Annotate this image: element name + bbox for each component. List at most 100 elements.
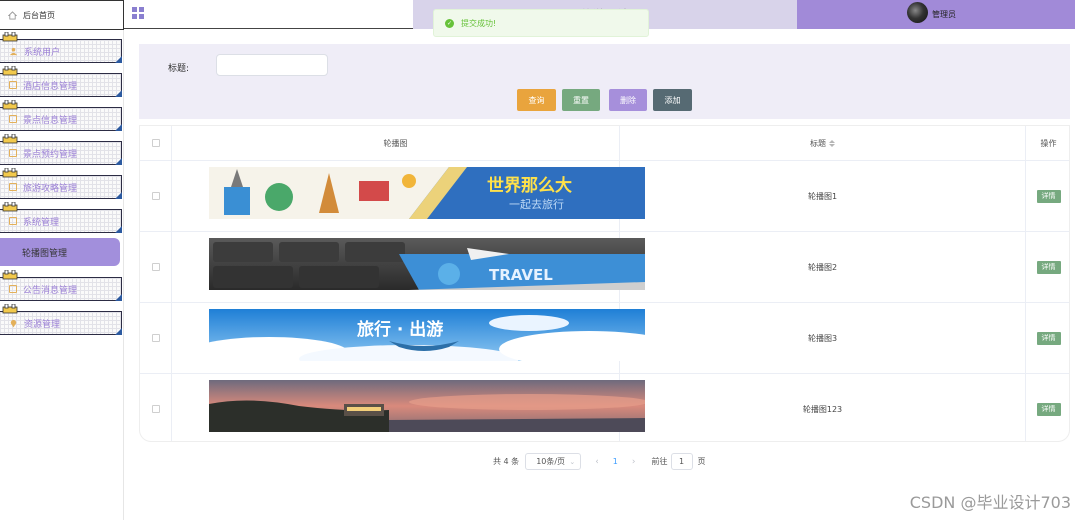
menu-grid-icon[interactable] [132, 7, 144, 19]
svg-text:一起去旅行: 一起去旅行 [509, 197, 564, 211]
column-header-label: 轮播图 [383, 138, 408, 148]
image-cell: 世界那么大 一起去旅行 [172, 161, 645, 231]
title-cell: 轮播图2 [620, 232, 1026, 302]
sidebar-item-attractions[interactable]: 景点信息管理 [0, 100, 122, 131]
sidebar-item-system[interactable]: 系统管理 [0, 202, 122, 233]
sidebar-item-label: 景点信息管理 [23, 115, 78, 126]
title-cell: 轮播图1 [620, 161, 1026, 231]
svg-text:世界那么大: 世界那么大 [487, 175, 572, 196]
detail-button[interactable]: 详情 [1036, 331, 1061, 345]
binder-clip-icon [2, 270, 18, 280]
table-row: 旅行 · 出游 轮播图3 详情 [140, 303, 1069, 374]
binder-clip-icon [2, 32, 18, 42]
sidebar-item-guides[interactable]: 旅游攻略管理 [0, 168, 122, 199]
corner-decoration [115, 294, 122, 301]
row-checkbox[interactable] [151, 192, 160, 200]
column-header-action: 操作 [1026, 126, 1069, 160]
row-checkbox-cell [140, 374, 172, 441]
detail-button[interactable]: 详情 [1036, 402, 1061, 416]
column-header-image: 轮播图 [172, 126, 620, 160]
binder-clip-icon [2, 100, 18, 110]
delete-button[interactable]: 删除 [609, 89, 647, 111]
reset-button[interactable]: 重置 [562, 89, 600, 111]
svg-text:旅行 · 出游: 旅行 · 出游 [357, 319, 443, 340]
title-filter-input[interactable] [216, 54, 328, 76]
row-checkbox-cell [140, 161, 172, 231]
sidebar-item-home[interactable]: 后台首页 [0, 0, 124, 30]
carousel-image: TRAVEL [209, 238, 645, 290]
goto-page-input[interactable] [670, 453, 693, 470]
sidebar-item-label: 系统用户 [24, 47, 61, 58]
goto-label: 前往 [651, 457, 668, 466]
sidebar-item-label: 轮播图管理 [22, 248, 68, 259]
binder-clip-icon [2, 304, 18, 314]
sidebar-item-label: 公告消息管理 [23, 285, 78, 296]
sidebar-item-carousel[interactable]: 轮播图管理 [0, 238, 120, 266]
corner-decoration [115, 328, 122, 335]
table-header: 轮播图 标题 操作 [140, 126, 1069, 161]
row-checkbox[interactable] [151, 405, 160, 413]
row-checkbox-cell [140, 232, 172, 302]
detail-button[interactable]: 详情 [1036, 189, 1061, 203]
document-icon [9, 149, 17, 157]
check-circle-icon: ✓ [445, 18, 454, 28]
action-cell: 详情 [1026, 303, 1069, 373]
row-checkbox[interactable] [151, 334, 160, 342]
corner-decoration [115, 56, 122, 63]
total-count: 共 4 条 [493, 457, 520, 466]
prev-page-icon[interactable]: ‹ [595, 457, 599, 467]
carousel-image: 世界那么大 一起去旅行 [209, 167, 645, 219]
sidebar-item-hotel[interactable]: 酒店信息管理 [0, 66, 122, 97]
sidebar-item-notices[interactable]: 公告消息管理 [0, 270, 122, 301]
binder-clip-icon [2, 134, 18, 144]
sidebar-item-label: 景点预约管理 [23, 149, 78, 160]
row-checkbox-cell [140, 303, 172, 373]
table-row: 世界那么大 一起去旅行 轮播图1 详情 [140, 161, 1069, 232]
image-cell: 旅行 · 出游 [172, 303, 645, 373]
carousel-image: 旅行 · 出游 [209, 309, 645, 361]
user-icon [9, 47, 18, 55]
toast-message: 提交成功! [461, 18, 497, 28]
column-header-title[interactable]: 标题 [620, 126, 1026, 160]
row-title: 轮播图1 [807, 191, 838, 201]
action-cell: 详情 [1026, 232, 1069, 302]
title-filter-label: 标题: [168, 64, 190, 74]
select-all-checkbox[interactable] [151, 139, 160, 147]
corner-decoration [115, 90, 122, 97]
sidebar-item-users[interactable]: 系统用户 [0, 32, 122, 63]
next-page-icon[interactable]: › [632, 457, 636, 467]
column-header-label: 标题 [810, 138, 826, 148]
app-window: 后台首页 系统用户 酒店信息管理 景点信息管理 景点预约管理 旅游攻略管理 系统… [0, 0, 1075, 520]
success-toast: ✓ 提交成功! [433, 9, 649, 37]
home-icon [8, 10, 17, 20]
sidebar-item-resources[interactable]: 资源管理 [0, 304, 122, 335]
chevron-down-icon: ⌄ [569, 457, 576, 466]
user-panel[interactable]: 管理员 [797, 0, 1075, 29]
query-button[interactable]: 查询 [517, 89, 556, 111]
row-checkbox[interactable] [151, 263, 160, 271]
add-button[interactable]: 添加 [653, 89, 692, 111]
page-size-value: 10条/页 [536, 457, 566, 466]
page-number-current[interactable]: 1 [613, 457, 618, 466]
avatar[interactable] [907, 2, 928, 23]
sidebar-item-label: 酒店信息管理 [23, 81, 78, 92]
row-title: 轮播图123 [802, 404, 843, 414]
carousel-table: 轮播图 标题 操作 世界那么大 一起去旅行 轮播图1 详情 TRAVEL 轮播图… [139, 125, 1070, 442]
sidebar-item-booking[interactable]: 景点预约管理 [0, 134, 122, 165]
watermark: CSDN @毕业设计703 [909, 493, 1071, 512]
sidebar-item-label: 系统管理 [23, 217, 60, 228]
header-checkbox-cell [140, 126, 172, 160]
action-cell: 详情 [1026, 161, 1069, 231]
document-icon [9, 115, 17, 123]
corner-decoration [115, 158, 122, 165]
page-size-select[interactable]: 10条/页 ⌄ [525, 453, 582, 470]
detail-button[interactable]: 详情 [1036, 260, 1061, 274]
pagination: 共 4 条 10条/页 ⌄ ‹ 1 › 前往 页 [493, 453, 706, 470]
image-cell [172, 374, 645, 441]
svg-text:TRAVEL: TRAVEL [489, 266, 553, 284]
column-header-label: 操作 [1040, 138, 1057, 148]
row-title: 轮播图3 [807, 333, 838, 343]
binder-clip-icon [2, 168, 18, 178]
sort-icon[interactable] [829, 139, 835, 147]
document-icon [9, 81, 17, 89]
